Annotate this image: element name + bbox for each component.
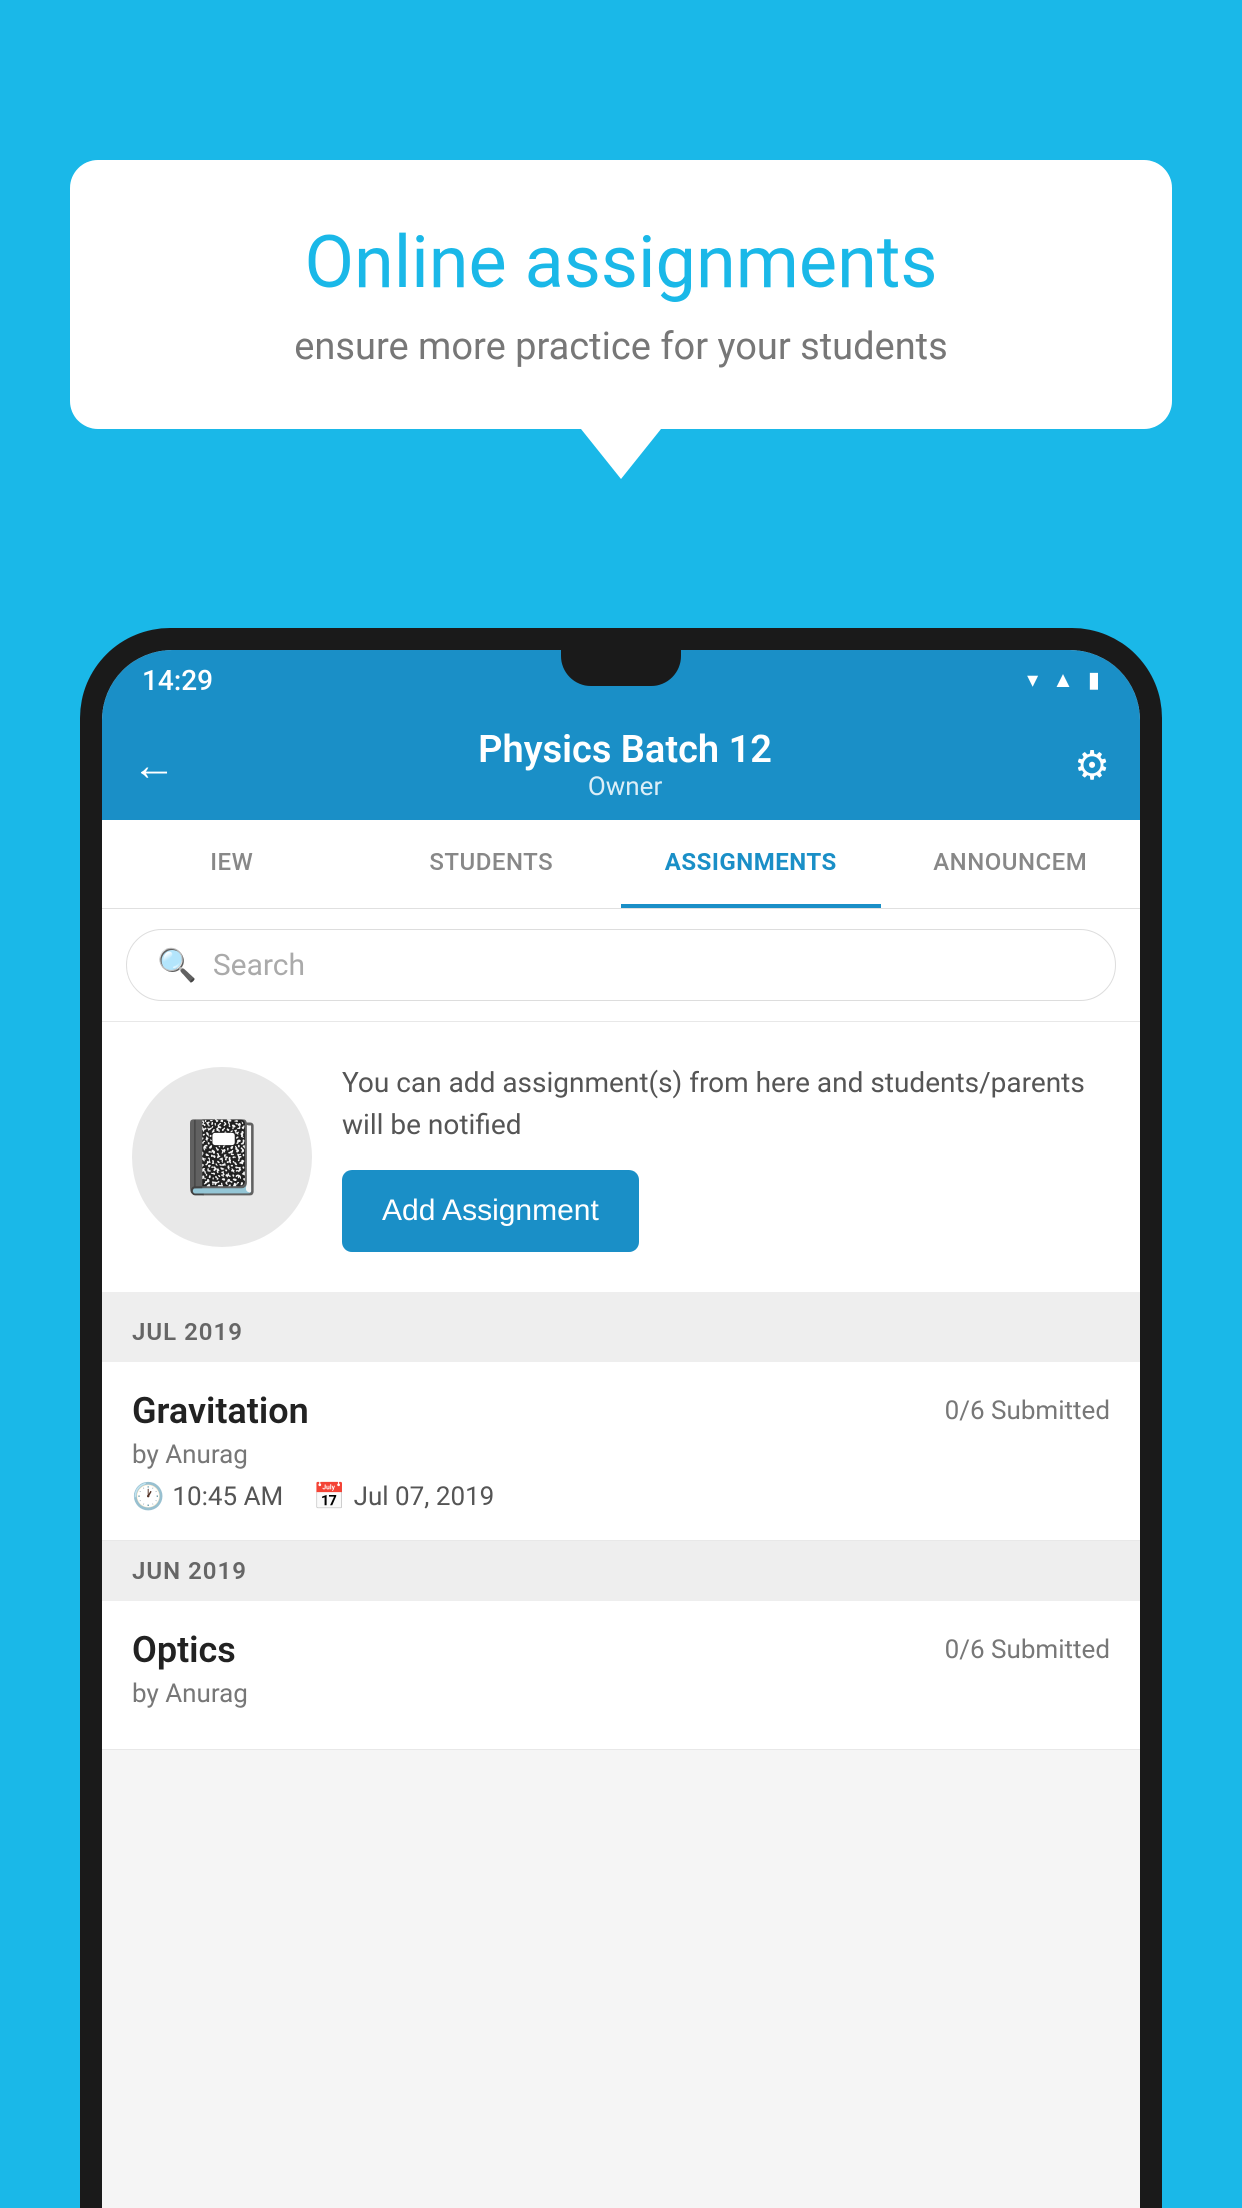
assignment-item-gravitation[interactable]: Gravitation 0/6 Submitted by Anurag 🕐 10… xyxy=(102,1362,1140,1541)
search-bar[interactable]: 🔍 Search xyxy=(126,929,1116,1001)
assignment-optics-by: by Anurag xyxy=(132,1679,1110,1709)
speech-bubble-pointer xyxy=(581,429,661,479)
add-assignment-button[interactable]: Add Assignment xyxy=(342,1170,639,1252)
tab-assignments[interactable]: ASSIGNMENTS xyxy=(621,820,881,908)
assignment-optics-submitted: 0/6 Submitted xyxy=(945,1635,1110,1665)
status-bar: 14:29 ▾ ▲ ▮ xyxy=(102,650,1140,710)
assignment-icon-circle: 📓 xyxy=(132,1067,312,1247)
assignment-name: Gravitation xyxy=(132,1390,309,1432)
phone-frame: 14:29 ▾ ▲ ▮ ← Physics Batch 12 Owner ⚙ I… xyxy=(80,628,1162,2208)
section-header-jul: JUL 2019 xyxy=(102,1302,1140,1362)
notch xyxy=(561,650,681,686)
tab-students[interactable]: STUDENTS xyxy=(362,820,622,908)
add-assignment-area: 📓 You can add assignment(s) from here an… xyxy=(102,1022,1140,1302)
app-bar-center: Physics Batch 12 Owner xyxy=(478,728,772,802)
battery-icon: ▮ xyxy=(1088,668,1100,693)
search-container: 🔍 Search xyxy=(102,909,1140,1022)
assignment-date: 📅 Jul 07, 2019 xyxy=(313,1482,494,1512)
tab-announcements[interactable]: ANNOUNCEM xyxy=(881,820,1141,908)
speech-bubble: Online assignments ensure more practice … xyxy=(70,160,1172,429)
speech-bubble-container: Online assignments ensure more practice … xyxy=(70,160,1172,479)
settings-button[interactable]: ⚙ xyxy=(1074,742,1110,789)
search-icon: 🔍 xyxy=(157,946,197,984)
assignment-item-top: Gravitation 0/6 Submitted xyxy=(132,1390,1110,1432)
calendar-icon: 📅 xyxy=(313,1482,345,1512)
search-placeholder: Search xyxy=(213,948,305,983)
assignment-time: 🕐 10:45 AM xyxy=(132,1482,283,1512)
back-button[interactable]: ← xyxy=(132,739,176,791)
tabs: IEW STUDENTS ASSIGNMENTS ANNOUNCEM xyxy=(102,820,1140,909)
speech-bubble-title: Online assignments xyxy=(150,220,1092,305)
app-bar-subtitle: Owner xyxy=(478,772,772,802)
assignment-info-text: You can add assignment(s) from here and … xyxy=(342,1062,1110,1146)
wifi-icon: ▾ xyxy=(1027,668,1038,693)
assignment-optics-name: Optics xyxy=(132,1629,236,1671)
assignment-item-optics[interactable]: Optics 0/6 Submitted by Anurag xyxy=(102,1601,1140,1750)
app-bar-title: Physics Batch 12 xyxy=(478,728,772,772)
assignment-by: by Anurag xyxy=(132,1440,1110,1470)
tab-iew[interactable]: IEW xyxy=(102,820,362,908)
status-icons: ▾ ▲ ▮ xyxy=(1027,667,1100,693)
status-time: 14:29 xyxy=(142,664,213,697)
assignment-submitted: 0/6 Submitted xyxy=(945,1396,1110,1426)
phone-screen: 14:29 ▾ ▲ ▮ ← Physics Batch 12 Owner ⚙ I… xyxy=(102,650,1140,2208)
signal-icon: ▲ xyxy=(1052,667,1074,693)
assignment-date-value: Jul 07, 2019 xyxy=(354,1482,495,1512)
assignment-time-value: 10:45 AM xyxy=(172,1482,283,1512)
section-header-jun: JUN 2019 xyxy=(102,1541,1140,1601)
assignment-item-optics-top: Optics 0/6 Submitted xyxy=(132,1629,1110,1671)
assignment-meta: 🕐 10:45 AM 📅 Jul 07, 2019 xyxy=(132,1482,1110,1512)
notebook-icon: 📓 xyxy=(177,1115,267,1200)
clock-icon: 🕐 xyxy=(132,1482,164,1512)
speech-bubble-subtitle: ensure more practice for your students xyxy=(150,325,1092,369)
assignment-info: You can add assignment(s) from here and … xyxy=(342,1062,1110,1252)
app-bar: ← Physics Batch 12 Owner ⚙ xyxy=(102,710,1140,820)
